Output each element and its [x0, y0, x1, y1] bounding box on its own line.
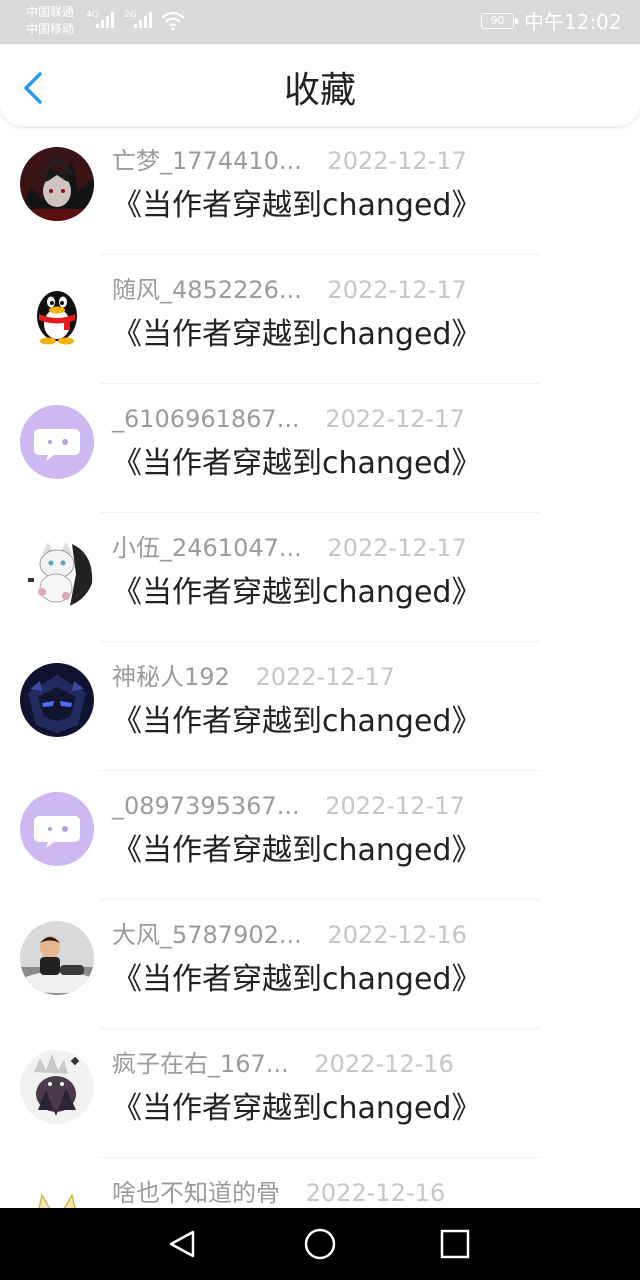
- list-item[interactable]: 小伍_2461047... 2022-12-17 《当作者穿越到changed》: [0, 513, 640, 642]
- book-title: 《当作者穿越到changed》: [112, 704, 482, 739]
- carrier-info: 中国联通 中国移动: [26, 4, 74, 38]
- favorite-date: 2022-12-17: [325, 405, 465, 433]
- username: _0897395367...: [112, 792, 300, 820]
- penguin-avatar: [20, 276, 94, 350]
- battery-level: 90: [490, 14, 505, 27]
- username: 神秘人192: [112, 663, 230, 691]
- page-title: 收藏: [283, 70, 356, 111]
- book-title: 《当作者穿越到changed》: [112, 317, 482, 352]
- favorite-date: 2022-12-17: [255, 663, 395, 691]
- list-item[interactable]: _0897395367... 2022-12-17 《当作者穿越到changed…: [0, 771, 640, 900]
- list-item[interactable]: 神秘人192 2022-12-17 《当作者穿越到changed》: [0, 642, 640, 771]
- book-title: 《当作者穿越到changed》: [112, 962, 482, 997]
- favorites-list: 亡梦_1774410... 2022-12-17 《当作者穿越到changed》…: [0, 126, 640, 1208]
- favorite-date: 2022-12-17: [327, 276, 467, 304]
- default-chat-avatar: [20, 792, 94, 866]
- status-bar: 中国联通 中国移动 4G 2G 90 中午12:02: [0, 0, 640, 44]
- username: 随风_4852226...: [112, 276, 302, 304]
- white-fox-avatar: [20, 534, 94, 608]
- favorite-date: 2022-12-16: [305, 1179, 446, 1207]
- system-nav-bar: [0, 1208, 640, 1280]
- wifi-icon: [161, 11, 185, 31]
- username: _6106961867...: [112, 405, 300, 433]
- nav-back-icon[interactable]: [163, 1224, 203, 1264]
- username: 大风_5787902...: [112, 921, 302, 949]
- favorite-date: 2022-12-17: [327, 534, 467, 562]
- default-chat-avatar: [20, 405, 94, 479]
- signal-bars-1-icon: [96, 12, 114, 28]
- list-item[interactable]: 大风_5787902... 2022-12-16 《当作者穿越到changed》: [0, 900, 640, 1029]
- carrier-2: 中国移动: [26, 22, 75, 36]
- nav-home-icon[interactable]: [300, 1224, 340, 1264]
- book-title: 《当作者穿越到changed》: [112, 1091, 482, 1126]
- app-header: 收藏: [0, 44, 640, 126]
- signal-bars-2-icon: [134, 12, 152, 28]
- list-item[interactable]: _6106961867... 2022-12-17 《当作者穿越到changed…: [0, 384, 640, 513]
- username: 小伍_2461047...: [112, 534, 302, 562]
- favorite-date: 2022-12-16: [314, 1050, 454, 1078]
- book-title: 《当作者穿越到changed》: [112, 575, 482, 610]
- book-title: 《当作者穿越到changed》: [112, 833, 482, 868]
- list-item[interactable]: 亡梦_1774410... 2022-12-17 《当作者穿越到changed》: [0, 126, 640, 255]
- child-photo-avatar: [20, 921, 94, 995]
- book-title: 《当作者穿越到changed》: [112, 446, 482, 481]
- username: 疯子在右_167...: [112, 1050, 289, 1078]
- gray-character-avatar: [20, 1050, 94, 1124]
- cat-ears-avatar: [20, 1179, 94, 1208]
- battery-icon: 90: [481, 13, 518, 29]
- favorite-date: 2022-12-17: [327, 147, 467, 175]
- clock: 中午12:02: [524, 10, 622, 34]
- username: 啥也不知道的骨: [112, 1179, 280, 1207]
- username: 亡梦_1774410...: [112, 147, 302, 175]
- list-item[interactable]: 啥也不知道的骨 2022-12-16: [0, 1158, 640, 1208]
- carrier-1: 中国联通: [26, 5, 75, 19]
- nav-recents-icon[interactable]: [435, 1224, 475, 1264]
- favorite-date: 2022-12-17: [325, 792, 465, 820]
- list-item[interactable]: 疯子在右_167... 2022-12-16 《当作者穿越到changed》: [0, 1029, 640, 1158]
- robot-avatar: [20, 663, 94, 737]
- favorite-date: 2022-12-16: [327, 921, 467, 949]
- dark-anime-avatar: [20, 147, 94, 221]
- book-title: 《当作者穿越到changed》: [112, 188, 482, 223]
- list-item[interactable]: 随风_4852226... 2022-12-17 《当作者穿越到changed》: [0, 255, 640, 384]
